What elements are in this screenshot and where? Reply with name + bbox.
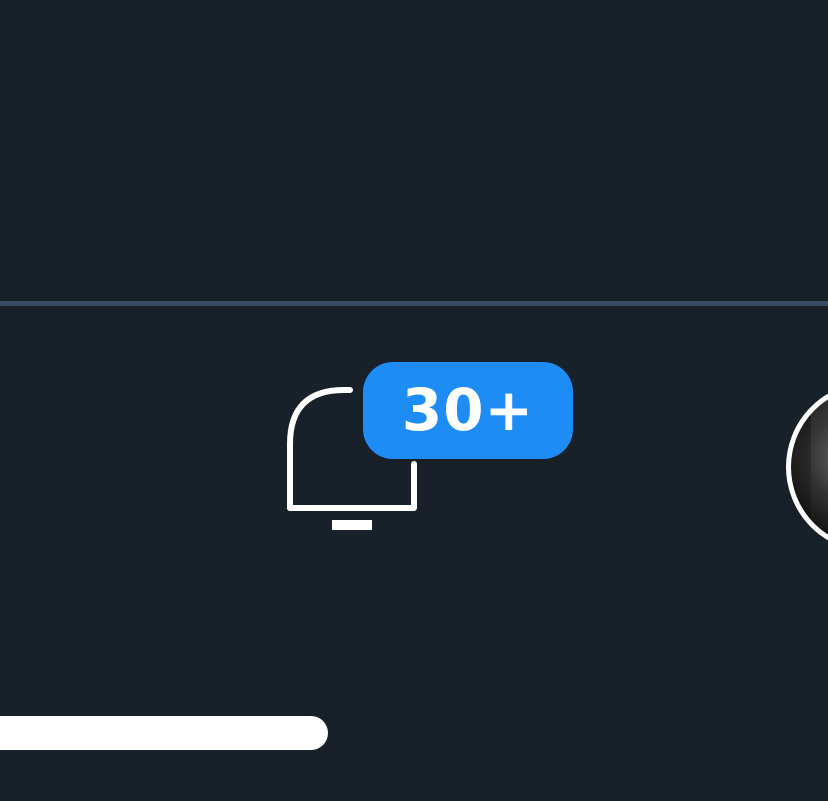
avatar-image	[811, 397, 828, 537]
notification-count-badge: 30+	[363, 362, 573, 459]
screen: 30+	[0, 0, 828, 801]
content-area	[0, 0, 828, 301]
home-indicator	[0, 716, 328, 750]
